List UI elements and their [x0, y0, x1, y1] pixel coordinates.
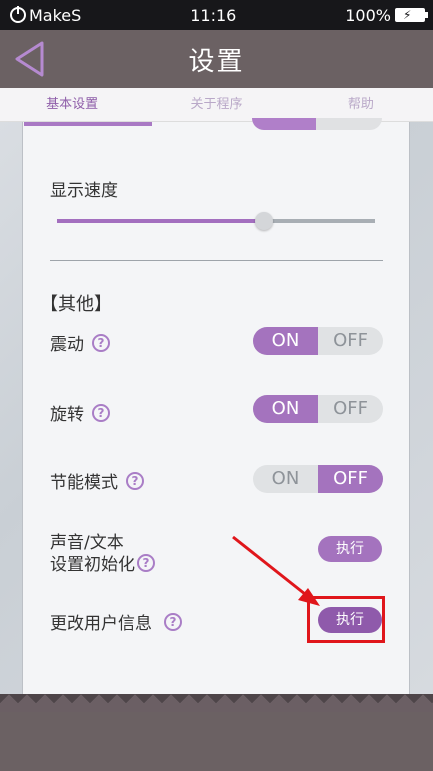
page-title: 设置	[188, 46, 245, 77]
header: 设置	[0, 30, 433, 88]
change-user-row: 更改用户信息 ?	[50, 609, 182, 634]
vibration-row: 震动 ?	[50, 330, 110, 355]
power-saving-label: 节能模式	[50, 473, 118, 493]
other-section-title: 【其他】	[40, 294, 112, 315]
display-speed-slider[interactable]	[57, 212, 375, 230]
tab-bar: 基本设置 关于程序 帮助	[0, 88, 433, 122]
back-button[interactable]	[12, 40, 48, 78]
status-right: 100% ⚡	[345, 5, 428, 25]
change-user-label: 更改用户信息	[50, 614, 152, 634]
toggle-off[interactable]: OFF	[318, 465, 383, 493]
toggle-on[interactable]: ON	[253, 465, 318, 493]
help-icon[interactable]: ?	[92, 403, 110, 422]
status-time: 11:16	[190, 5, 237, 25]
back-arrow-icon	[15, 41, 44, 77]
power-icon	[10, 6, 26, 23]
toggle-off[interactable]: OFF	[318, 395, 383, 423]
decorative-strip	[0, 694, 433, 712]
slider-thumb[interactable]	[254, 212, 273, 230]
rotation-toggle[interactable]: ON OFF	[253, 395, 383, 423]
partial-toggle[interactable]	[252, 118, 382, 130]
help-icon[interactable]: ?	[126, 471, 144, 490]
rotation-row: 旋转 ?	[50, 400, 110, 425]
rotation-label: 旋转	[50, 405, 84, 425]
display-speed-label: 显示速度	[50, 181, 118, 201]
active-tab-indicator	[24, 122, 152, 126]
status-left: MakeS	[10, 6, 81, 25]
power-saving-toggle[interactable]: ON OFF	[253, 465, 383, 493]
vibration-toggle[interactable]: ON OFF	[253, 327, 383, 355]
battery-icon: ⚡	[394, 8, 428, 22]
status-bar: MakeS 11:16 100% ⚡	[0, 0, 433, 30]
slider-fill	[57, 219, 264, 223]
highlight-box	[307, 596, 385, 643]
toggle-on[interactable]: ON	[253, 327, 318, 355]
vibration-label: 震动	[50, 335, 84, 355]
toggle-off[interactable]: OFF	[318, 327, 383, 355]
toggle-on[interactable]: ON	[253, 395, 318, 423]
carrier-name: MakeS	[29, 5, 82, 25]
reset-row: 设置初始化 ?	[50, 550, 155, 575]
battery-percent: 100%	[345, 5, 391, 25]
help-icon[interactable]: ?	[137, 553, 155, 572]
power-saving-row: 节能模式 ?	[50, 468, 144, 493]
reset-label-line2: 设置初始化	[50, 555, 135, 575]
tab-basic-settings[interactable]: 基本设置	[0, 88, 144, 121]
tab-about-app[interactable]: 关于程序	[144, 88, 288, 121]
help-icon[interactable]: ?	[92, 333, 110, 352]
footer	[0, 712, 433, 771]
tab-help[interactable]: 帮助	[289, 88, 433, 121]
help-icon[interactable]: ?	[164, 612, 182, 631]
divider	[50, 260, 383, 261]
